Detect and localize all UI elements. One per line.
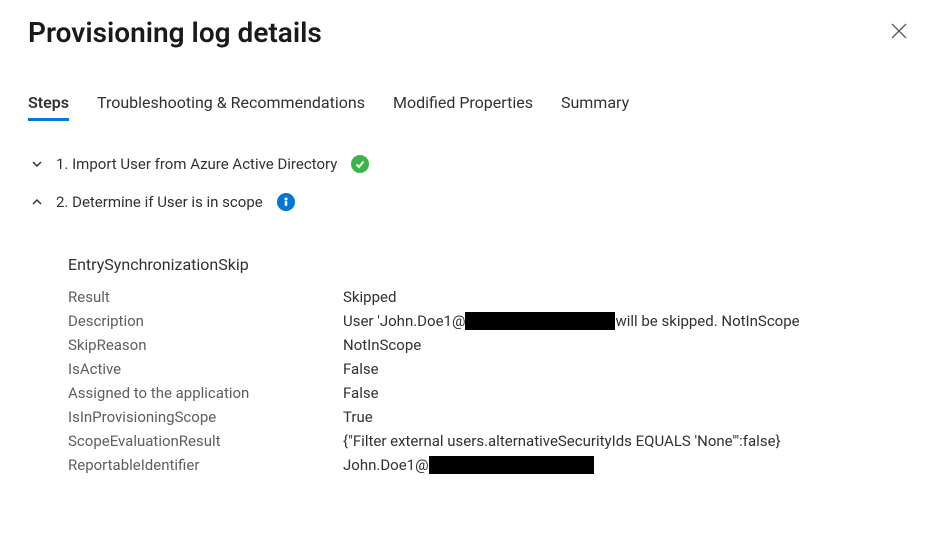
close-button[interactable] xyxy=(886,18,912,44)
value-scopeeval: {"Filter external users.alternativeSecur… xyxy=(343,432,912,450)
value-assigned: False xyxy=(343,384,912,402)
tab-modified-properties[interactable]: Modified Properties xyxy=(393,93,533,120)
success-icon xyxy=(351,155,369,173)
value-isactive: False xyxy=(343,360,912,378)
tab-summary[interactable]: Summary xyxy=(561,93,629,120)
label-assigned: Assigned to the application xyxy=(68,384,343,402)
description-suffix: will be skipped. NotInScope xyxy=(615,312,799,330)
label-result: Result xyxy=(68,288,343,306)
detail-header: EntrySynchronizationSkip xyxy=(68,255,912,274)
chevron-up-icon xyxy=(28,193,46,211)
close-icon xyxy=(890,22,908,40)
tab-steps[interactable]: Steps xyxy=(28,93,69,120)
value-inscope: True xyxy=(343,408,912,426)
label-reportable: ReportableIdentifier xyxy=(68,456,343,474)
step-label: 2. Determine if User is in scope xyxy=(56,193,263,211)
page-title: Provisioning log details xyxy=(28,16,322,49)
step-details: EntrySynchronizationSkip Result Skipped … xyxy=(68,255,912,474)
tabs: Steps Troubleshooting & Recommendations … xyxy=(28,93,912,121)
redacted-block xyxy=(465,312,615,330)
value-reportable: John.Doe1@ xyxy=(343,456,912,474)
info-icon xyxy=(277,193,295,211)
steps-list: 1. Import User from Azure Active Directo… xyxy=(28,145,912,474)
label-isactive: IsActive xyxy=(68,360,343,378)
tab-troubleshooting[interactable]: Troubleshooting & Recommendations xyxy=(97,93,365,120)
value-result: Skipped xyxy=(343,288,912,306)
label-skipreason: SkipReason xyxy=(68,336,343,354)
step-row-1[interactable]: 1. Import User from Azure Active Directo… xyxy=(28,145,912,183)
value-skipreason: NotInScope xyxy=(343,336,912,354)
label-inscope: IsInProvisioningScope xyxy=(68,408,343,426)
description-prefix: User 'John.Doe1@ xyxy=(343,312,465,330)
step-label: 1. Import User from Azure Active Directo… xyxy=(56,155,337,173)
label-description: Description xyxy=(68,312,343,330)
chevron-down-icon xyxy=(28,155,46,173)
step-row-2[interactable]: 2. Determine if User is in scope xyxy=(28,183,912,221)
label-scopeeval: ScopeEvaluationResult xyxy=(68,432,343,450)
reportable-prefix: John.Doe1@ xyxy=(343,456,429,474)
value-description: User 'John.Doe1@ will be skipped. NotInS… xyxy=(343,312,912,330)
redacted-block xyxy=(429,456,594,474)
